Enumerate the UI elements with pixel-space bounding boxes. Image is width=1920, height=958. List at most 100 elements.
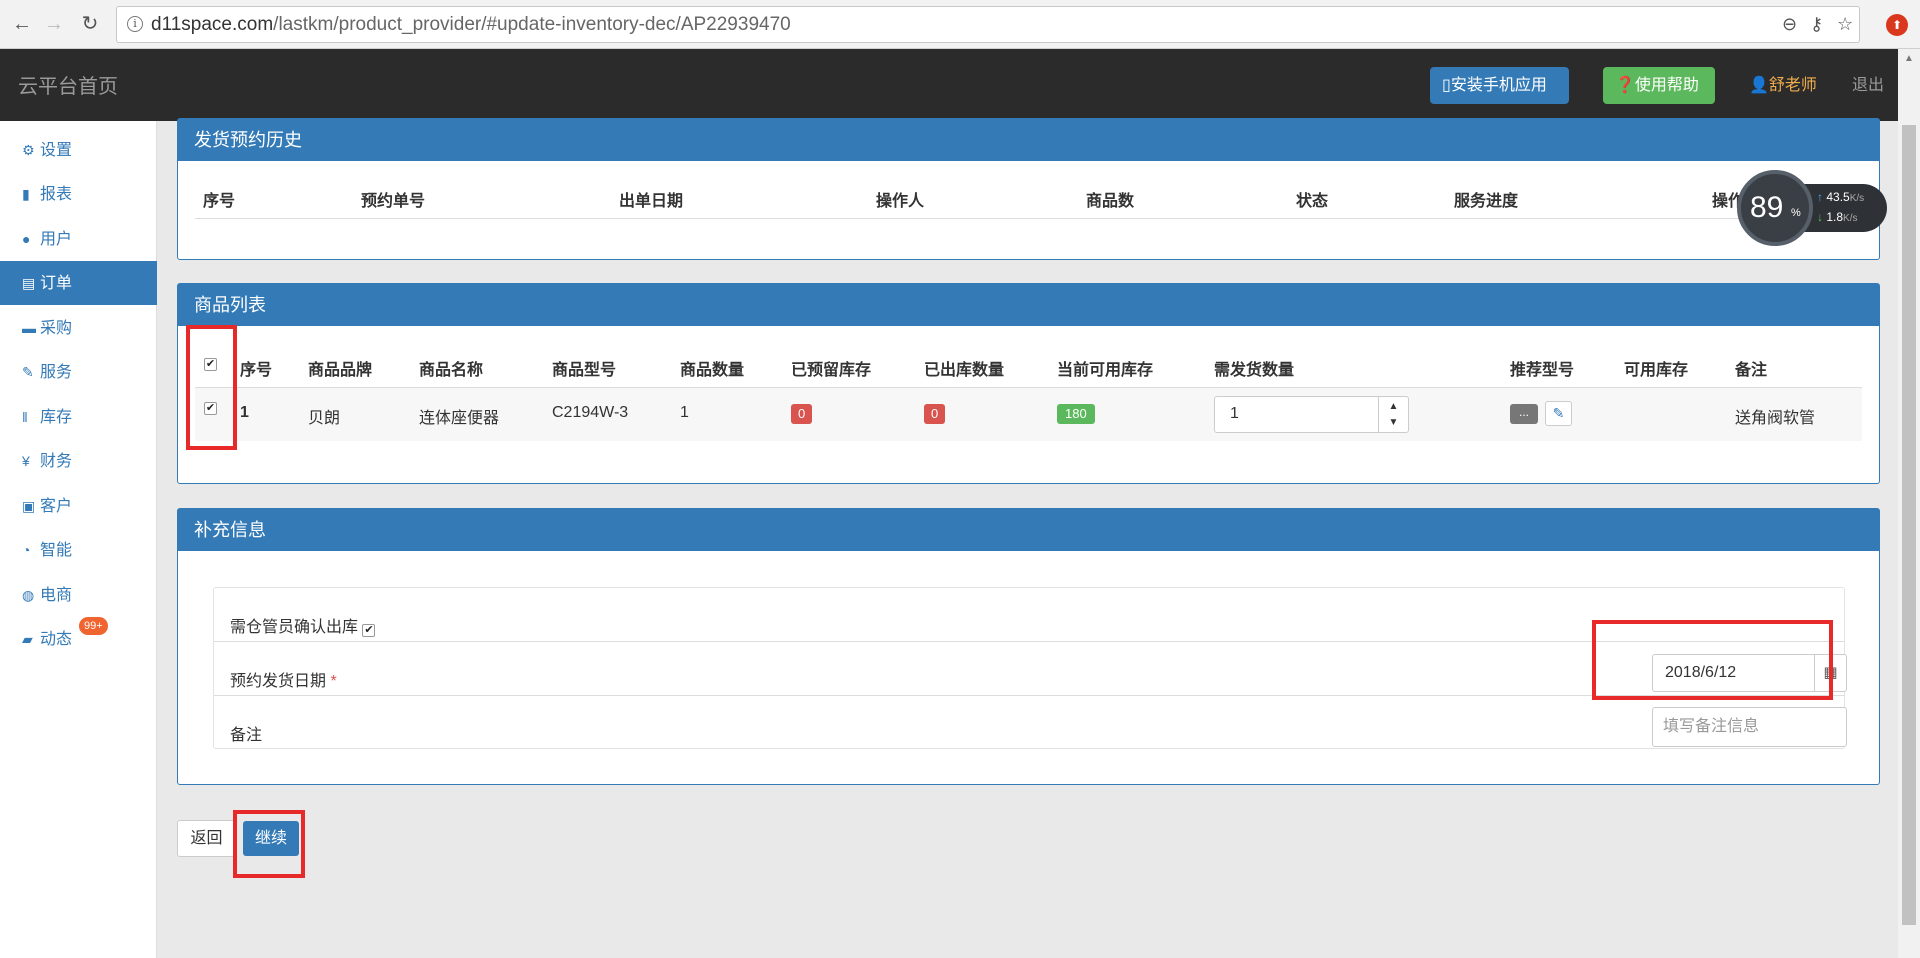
upload-unit: K/s <box>1849 193 1865 204</box>
panel-title: 补充信息 <box>178 509 1879 551</box>
sidebar-item-label: 智能 <box>40 542 73 559</box>
sidebar-item-label: 动态 <box>40 631 73 648</box>
cart-icon: ▬ <box>22 320 36 336</box>
column-header: 可用库存 <box>1624 362 1689 379</box>
key-icon[interactable]: ⚷ <box>1810 14 1823 35</box>
continue-button[interactable]: 继续 <box>243 821 299 856</box>
wrench-icon: ✎ <box>22 364 34 380</box>
install-app-button[interactable]: ▯安装手机应用 <box>1430 67 1569 104</box>
sidebar-item-inventory[interactable]: ‖ 库存 <box>0 395 157 439</box>
extension-icon[interactable]: ⬆ <box>1886 14 1908 36</box>
info-icon[interactable]: i <box>127 16 143 32</box>
shipment-history-panel: 发货预约历史 序号 预约单号 出单日期 操作人 商品数 状态 服务进度 操作 <box>177 118 1880 260</box>
star-icon[interactable]: ☆ <box>1837 14 1853 35</box>
sidebar-item-label: 服务 <box>40 364 73 381</box>
forward-arrow-icon[interactable]: → <box>42 12 66 36</box>
zoom-icon[interactable]: ⊖ <box>1782 14 1797 35</box>
column-header: 推荐型号 <box>1510 362 1575 379</box>
column-header: 预约单号 <box>361 193 426 210</box>
page-scrollbar[interactable]: ▲ <box>1898 49 1920 958</box>
stepper-arrows-icon[interactable]: ▲ ▼ <box>1378 397 1408 432</box>
edit-icon[interactable]: ✎ <box>1545 401 1572 426</box>
sidebar-item-settings[interactable]: ⚙ 设置 <box>0 128 157 172</box>
row-checkbox[interactable]: ✔ <box>204 402 217 415</box>
column-header: 序号 <box>240 362 273 379</box>
scroll-up-icon[interactable]: ▲ <box>1904 53 1914 64</box>
sidebar-item-smart[interactable]: ◔ 智能 <box>0 528 157 572</box>
sidebar-item-label: 客户 <box>40 498 73 515</box>
install-app-label: 安装手机应用 <box>1450 77 1547 94</box>
extra-info-form: 需仓管员确认出库 ✔ 预约发货日期 * 2018/6/12 ▦ 备注 <box>213 587 1847 749</box>
sidebar-item-label: 订单 <box>40 275 73 292</box>
sidebar-item-purchase[interactable]: ▬ 采购 <box>0 306 157 350</box>
download-arrow-icon: ↓ <box>1817 210 1823 224</box>
sidebar-item-activity[interactable]: ▰ 动态 99+ <box>0 617 157 661</box>
sidebar-item-finance[interactable]: ¥ 财务 <box>0 439 157 483</box>
ship-quantity-stepper[interactable]: 1 ▲ ▼ <box>1214 396 1409 433</box>
user-icon: 👤 <box>1749 77 1769 94</box>
date-label: 预约发货日期 * <box>230 667 337 691</box>
sidebar-item-label: 用户 <box>40 231 73 248</box>
address-bar[interactable]: i d11space.com/lastkm/product_provider/#… <box>116 6 1860 43</box>
sidebar-item-users[interactable]: ● 用户 <box>0 217 157 261</box>
sidebar-item-orders[interactable]: ▤ 订单 <box>0 261 157 305</box>
required-mark: * <box>330 673 337 690</box>
column-header: 商品品牌 <box>308 362 373 379</box>
shipped-badge: 0 <box>924 404 946 424</box>
row-index: 1 <box>240 404 249 421</box>
list-icon: ▤ <box>22 275 36 291</box>
column-header: 需发货数量 <box>1214 362 1295 379</box>
extra-info-panel: 补充信息 需仓管员确认出库 ✔ 预约发货日期 * 2018/6/12 ▦ 备注 <box>177 508 1880 785</box>
column-header: 商品数量 <box>680 362 745 379</box>
panel-title: 商品列表 <box>178 284 1879 326</box>
brand-home-link[interactable]: 云平台首页 <box>18 70 118 99</box>
gauge-percent-sign: % <box>1791 207 1801 219</box>
ship-date-picker[interactable]: 2018/6/12 ▦ <box>1652 654 1847 692</box>
download-unit: K/s <box>1843 213 1858 224</box>
divider <box>195 218 1862 219</box>
available-badge: 180 <box>1057 404 1095 424</box>
select-all-checkbox[interactable]: ✔ <box>204 358 217 371</box>
sidebar-item-ecommerce[interactable]: ◍ 电商 <box>0 573 157 617</box>
browser-toolbar: ← → ↻ i d11space.com/lastkm/product_prov… <box>0 0 1920 49</box>
note-cell: 送角阀软管 <box>1735 410 1816 427</box>
note-input[interactable] <box>1653 708 1846 746</box>
briefcase-icon: ▣ <box>22 498 36 514</box>
reserved-badge: 0 <box>791 404 813 424</box>
upload-value: 43.5 <box>1826 190 1850 204</box>
logout-link[interactable]: 退出 <box>1852 71 1884 95</box>
sidebar-item-label: 财务 <box>40 453 73 470</box>
sidebar: ⚙ 设置 ▮ 报表 ● 用户 ▤ 订单 ▬ 采购 ✎ 服务 ‖ 库存 ¥ 财务 ▣ 客户 ◔ 智能 … <box>0 121 157 958</box>
qty-cell: 1 <box>680 404 689 421</box>
scroll-thumb[interactable] <box>1902 125 1916 925</box>
gauge-percent: 89 <box>1750 191 1784 224</box>
help-button[interactable]: ❓使用帮助 <box>1603 67 1715 104</box>
panel-title: 发货预约历史 <box>178 119 1879 161</box>
globe-icon: ◍ <box>22 587 35 603</box>
calendar-icon[interactable]: ▦ <box>1814 655 1846 691</box>
confirm-checkbox[interactable]: ✔ <box>362 624 376 637</box>
sidebar-item-reports[interactable]: ▮ 报表 <box>0 172 157 216</box>
network-speed-widget[interactable]: ↑ 43.5K/s ↓ 1.8K/s 89 % <box>1737 170 1887 246</box>
help-label: 使用帮助 <box>1634 77 1699 94</box>
model-cell: C2194W-3 <box>552 404 629 421</box>
app-header: 云平台首页 ▯安装手机应用 ❓使用帮助 👤舒老师 退出 <box>0 49 1898 121</box>
recommend-more-button[interactable]: ... <box>1510 404 1538 424</box>
url-path: /lastkm/product_provider/#update-invento… <box>273 14 791 35</box>
sidebar-item-label: 电商 <box>40 587 73 604</box>
sidebar-item-label: 采购 <box>40 320 73 337</box>
back-arrow-icon[interactable]: ← <box>10 12 34 36</box>
user-icon: ● <box>22 231 31 247</box>
reload-icon[interactable]: ↻ <box>78 12 102 36</box>
upload-speed: ↑ 43.5K/s <box>1817 190 1864 204</box>
sidebar-item-service[interactable]: ✎ 服务 <box>0 350 157 394</box>
sidebar-item-customers[interactable]: ▣ 客户 <box>0 484 157 528</box>
product-list-panel: 商品列表 ✔ 序号 商品品牌 商品名称 商品型号 商品数量 已预留库存 已出库数… <box>177 283 1880 484</box>
back-button[interactable]: 返回 <box>177 820 236 857</box>
column-header: 服务进度 <box>1454 193 1519 210</box>
yen-icon: ¥ <box>22 453 30 469</box>
download-value: 1.8 <box>1826 210 1844 224</box>
confirm-label-text: 需仓管员确认出库 <box>230 619 359 636</box>
barcode-icon: ‖ <box>22 409 28 425</box>
user-menu[interactable]: 👤舒老师 <box>1749 71 1817 95</box>
